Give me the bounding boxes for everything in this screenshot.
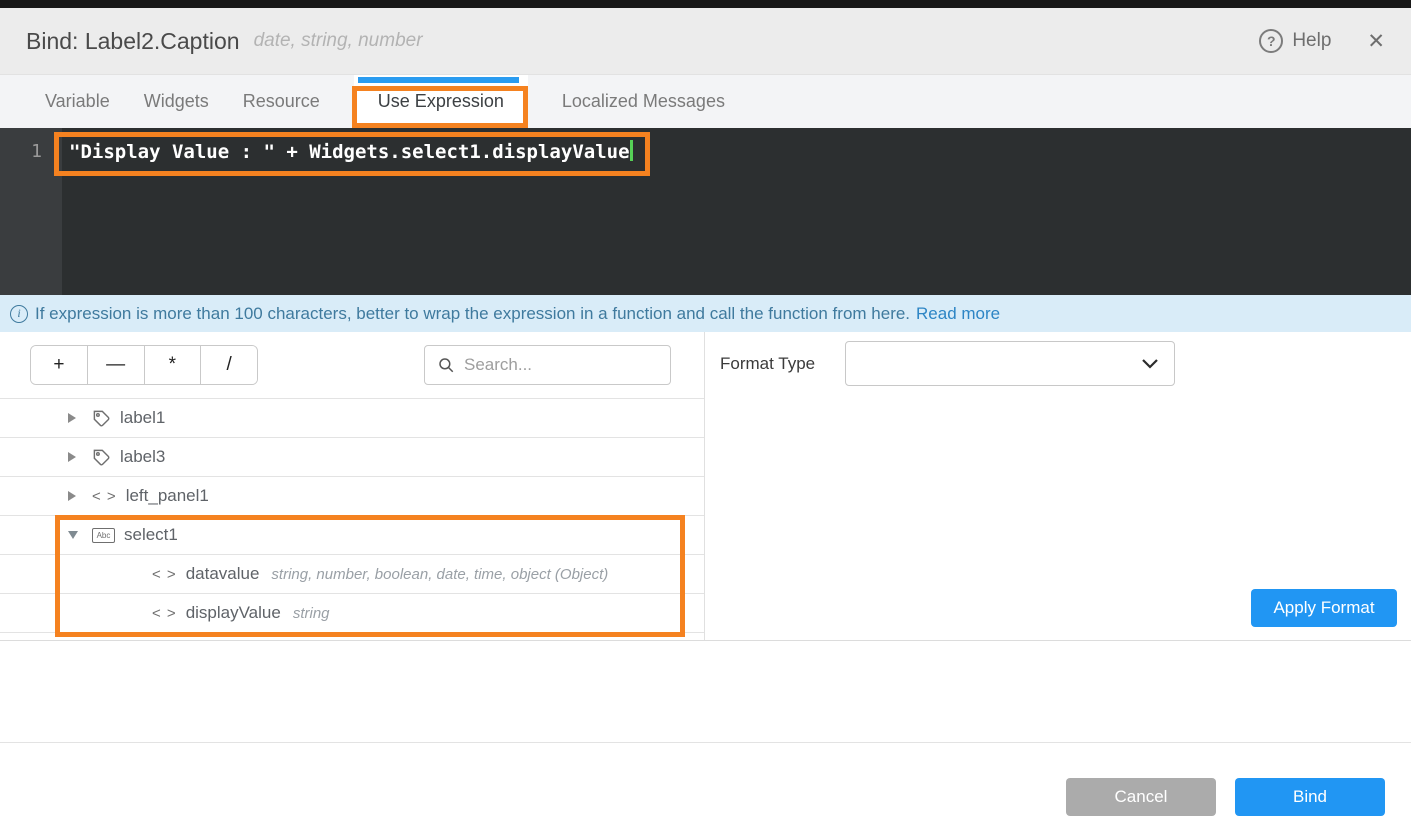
editor-gutter: 1 bbox=[0, 128, 62, 295]
tab-widgets[interactable]: Widgets bbox=[144, 75, 209, 128]
expression-toolbar: + — * / bbox=[0, 332, 704, 399]
code-icon bbox=[152, 566, 177, 583]
help-button[interactable]: ? Help bbox=[1259, 29, 1331, 53]
tag-icon bbox=[92, 448, 111, 467]
footer-divider bbox=[0, 742, 1411, 743]
bind-content-panels: + — * / label1 bbox=[0, 332, 1411, 641]
bind-button[interactable]: Bind bbox=[1235, 778, 1385, 816]
expression-editor[interactable]: 1 "Display Value : " + Widgets.select1.d… bbox=[0, 128, 1411, 295]
help-label: Help bbox=[1292, 30, 1331, 52]
tree-item-select1[interactable]: Abc select1 bbox=[0, 516, 704, 555]
widget-tree: label1 label3 left_panel1 Abc select1 bbox=[0, 399, 704, 640]
read-more-link[interactable]: Read more bbox=[916, 304, 1000, 324]
tree-item-type-hint: string, number, boolean, date, time, obj… bbox=[271, 566, 608, 583]
close-icon[interactable]: ✕ bbox=[1367, 29, 1385, 54]
chevron-right-icon[interactable] bbox=[68, 452, 86, 462]
tree-item-label1[interactable]: label1 bbox=[0, 399, 704, 438]
operator-button-group: + — * / bbox=[30, 345, 258, 385]
expression-code[interactable]: "Display Value : " + Widgets.select1.dis… bbox=[69, 141, 630, 163]
tab-bar: Variable Widgets Resource Use Expression… bbox=[0, 75, 1411, 128]
select-widget-icon: Abc bbox=[92, 528, 115, 543]
cancel-button[interactable]: Cancel bbox=[1066, 778, 1216, 816]
dialog-header: Bind: Label2.Caption date, string, numbe… bbox=[0, 8, 1411, 75]
tree-item-datavalue[interactable]: datavalue string, number, boolean, date,… bbox=[0, 555, 704, 594]
tab-use-expression[interactable]: Use Expression bbox=[354, 75, 528, 128]
format-type-select[interactable] bbox=[845, 341, 1175, 386]
chevron-down-icon bbox=[1142, 359, 1158, 369]
code-icon bbox=[92, 488, 117, 505]
chevron-down-icon[interactable] bbox=[68, 531, 86, 539]
tree-item-left-panel1[interactable]: left_panel1 bbox=[0, 477, 704, 516]
format-type-label: Format Type bbox=[720, 354, 815, 374]
tab-resource[interactable]: Resource bbox=[243, 75, 320, 128]
tree-item-label: left_panel1 bbox=[126, 486, 209, 506]
line-number: 1 bbox=[31, 141, 42, 162]
tab-localized-messages[interactable]: Localized Messages bbox=[562, 75, 725, 128]
tree-item-label: label1 bbox=[120, 408, 165, 428]
tree-item-label: select1 bbox=[124, 525, 178, 545]
tree-item-type-hint: string bbox=[293, 605, 330, 622]
multiply-operator-button[interactable]: * bbox=[144, 346, 201, 384]
apply-format-button[interactable]: Apply Format bbox=[1251, 589, 1397, 627]
tree-item-label: datavalue bbox=[186, 564, 260, 584]
code-icon bbox=[152, 605, 177, 622]
widget-tree-panel: + — * / label1 bbox=[0, 332, 705, 640]
minus-operator-button[interactable]: — bbox=[87, 346, 144, 384]
notice-text: If expression is more than 100 character… bbox=[35, 304, 910, 324]
editor-code-area[interactable]: "Display Value : " + Widgets.select1.dis… bbox=[62, 128, 1411, 295]
search-box[interactable] bbox=[424, 345, 671, 385]
tree-item-label: label3 bbox=[120, 447, 165, 467]
search-input[interactable] bbox=[464, 355, 685, 375]
tab-variable[interactable]: Variable bbox=[45, 75, 110, 128]
tree-item-label3[interactable]: label3 bbox=[0, 438, 704, 477]
chevron-right-icon[interactable] bbox=[68, 491, 86, 501]
dialog-footer-buttons: Cancel Bind bbox=[1066, 778, 1385, 816]
plus-operator-button[interactable]: + bbox=[31, 346, 87, 384]
background-app-strip bbox=[0, 0, 1411, 8]
dialog-title-hint: date, string, number bbox=[254, 30, 423, 52]
text-cursor bbox=[630, 140, 633, 161]
tag-icon bbox=[92, 409, 111, 428]
dialog-title: Bind: Label2.Caption bbox=[26, 28, 240, 55]
tree-item-displayvalue[interactable]: displayValue string bbox=[0, 594, 704, 633]
help-icon: ? bbox=[1259, 29, 1283, 53]
format-panel: Format Type Apply Format bbox=[705, 332, 1411, 640]
expression-notice-bar: i If expression is more than 100 charact… bbox=[0, 295, 1411, 332]
info-icon: i bbox=[10, 305, 28, 323]
search-icon bbox=[437, 356, 455, 374]
divide-operator-button[interactable]: / bbox=[200, 346, 257, 384]
tree-item-label: displayValue bbox=[186, 603, 281, 623]
chevron-right-icon[interactable] bbox=[68, 413, 86, 423]
